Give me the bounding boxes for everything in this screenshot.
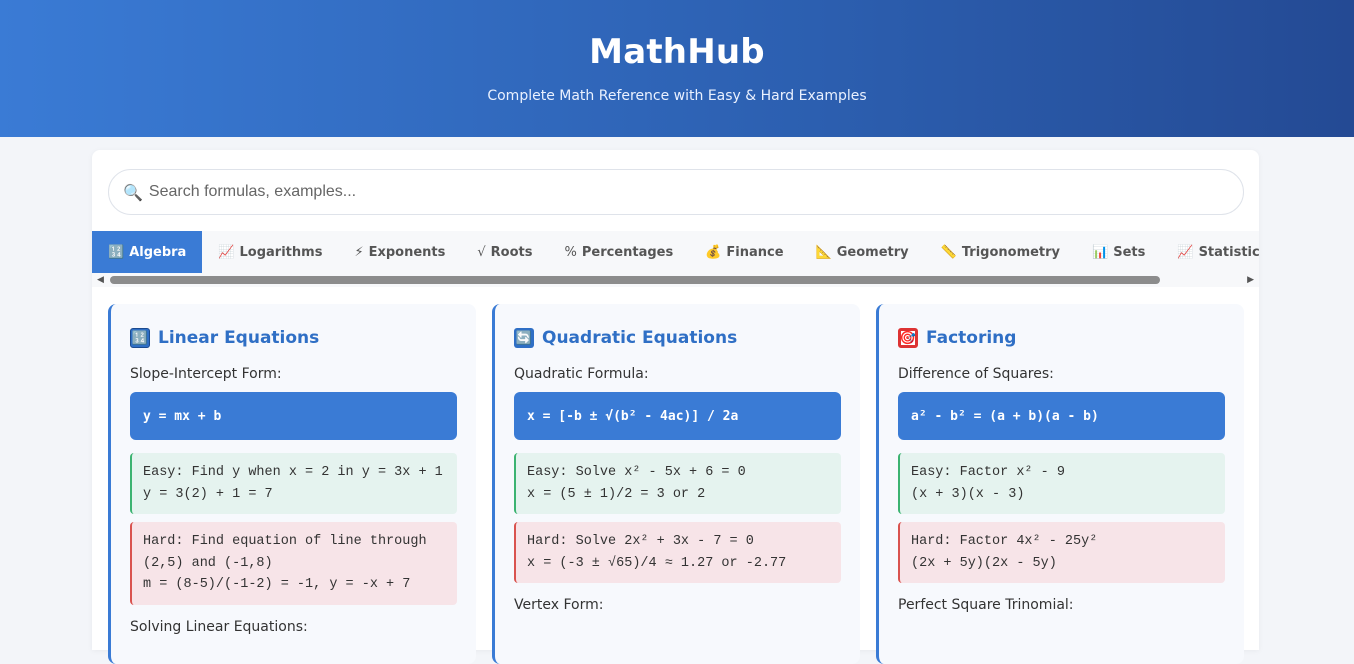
card-title: 🔢 Linear Equations (130, 324, 457, 352)
tab-trigonometry[interactable]: 📏 Trigonometry (925, 231, 1076, 273)
hard-example: Hard: Factor 4x² - 25y² (2x + 5y)(2x - 5y… (898, 522, 1225, 583)
scroll-left-icon[interactable]: ◀ (97, 275, 104, 285)
tab-icon: 📈 (218, 244, 235, 260)
card-title-text: Linear Equations (158, 328, 320, 348)
card-title: 🔄 Quadratic Equations (514, 324, 841, 352)
hard-example-line: Hard: Solve 2x² + 3x - 7 = 0 (527, 534, 754, 549)
tab-label: Logarithms (239, 244, 323, 260)
tab-label: Algebra (129, 244, 187, 260)
tab-sets[interactable]: 📊 Sets (1076, 231, 1161, 273)
formula-label: Solving Linear Equations: (130, 618, 308, 635)
card-title-text: Factoring (926, 328, 1017, 348)
hard-example-line: Hard: Factor 4x² - 25y² (911, 534, 1098, 549)
hard-example: Hard: Solve 2x² + 3x - 7 = 0 x = (-3 ± √6… (514, 522, 841, 583)
tab-icon: % (564, 244, 577, 260)
scroll-right-icon[interactable]: ▶ (1247, 275, 1254, 285)
formula-label: Difference of Squares: (898, 366, 1054, 382)
tab-icon: 📈 (1177, 244, 1194, 260)
easy-example-line: y = 3(2) + 1 = 7 (143, 486, 273, 502)
hard-example-line: (2,5) and (-1,8) (143, 555, 273, 571)
category-tabs: 🔢 Algebra 📈 Logarithms ⚡ Exponents √ Roots% Perc… (92, 231, 1259, 287)
tab-exponents[interactable]: ⚡ Exponents (338, 231, 461, 273)
tab-icon: 📐 (815, 244, 832, 260)
tab-algebra[interactable]: 🔢 Algebra (92, 231, 203, 273)
main-panel: 🔍 🔢Algebra📈Logarithms⚡Exponents√Roots%Pe… (92, 150, 1259, 664)
search-bar[interactable]: 🔍 (108, 169, 1244, 215)
tab-icon: 📏 (940, 244, 957, 260)
page-subtitle: Complete Math Reference with Easy & Hard… (487, 88, 867, 104)
card-linear-equations: 🔢 Linear Equations Slope-Intercept Form: y … (108, 304, 476, 664)
easy-example-line: Easy: Factor x² - 9 (911, 465, 1065, 480)
tab-label: Geometry (836, 244, 909, 260)
hard-example-line: m = (8-5)/(-1-2) = -1, y = -x + 7 (143, 577, 411, 592)
card-title-text: Quadratic Equations (542, 328, 738, 348)
easy-example-line: (x + 3)(x - 3) (911, 486, 1025, 502)
hard-example: Hard: Find equation of line through (2,5)… (130, 522, 457, 605)
formula-label: Vertex Form: (514, 597, 604, 613)
easy-example: Easy: Factor x² - 9 (x + 3)(x - 3) (898, 453, 1225, 514)
card-icon: 🔄 (514, 328, 534, 348)
formula-label: Perfect Square Trinomial: (898, 597, 1074, 613)
tab-label: Trigonometry (961, 244, 1061, 260)
tab-icon: ⚡ (354, 244, 364, 260)
tab-icon: 🔢 (108, 244, 125, 260)
hard-example-line: Hard: Find equation of line through (143, 534, 427, 549)
tab-label: Sets (1113, 244, 1146, 260)
search-input[interactable] (148, 183, 1243, 201)
header: MathHub Complete Math Reference with Eas… (0, 0, 1354, 137)
tab-geometry[interactable]: 📐 Geometry (800, 231, 925, 273)
tabs-scrollbar[interactable]: ◀ ▶ (92, 273, 1259, 287)
tab-statistics[interactable]: 📈Statistics (1161, 231, 1259, 273)
formula-box: y = mx + b (130, 392, 457, 440)
tab-logarithms[interactable]: 📈 Logarithms (202, 231, 338, 273)
tab-roots[interactable]: √ Roots (461, 231, 548, 273)
easy-example-line: Easy: Find y when x = 2 in y = 3x + 1 (143, 465, 443, 480)
card-factoring: 🎯 Factoring Difference of Squares: a² - b² … (876, 304, 1244, 664)
tab-percentages[interactable]: % Percentages (548, 231, 689, 273)
easy-example-line: x = (5 ± 1)/2 = 3 or 2 (527, 486, 706, 502)
easy-example-line: Easy: Solve x² - 5x + 6 = 0 (527, 465, 746, 480)
card-quadratic-equations: 🔄 Quadratic Equations Quadratic Formula: x … (492, 304, 860, 664)
scrollbar-thumb[interactable] (110, 276, 1160, 284)
card-title: 🎯 Factoring (898, 324, 1225, 352)
easy-example: Easy: Solve x² - 5x + 6 = 0 x = (5 ± 1)/2… (514, 453, 841, 514)
tab-icon: 📊 (1092, 244, 1109, 260)
easy-example: Easy: Find y when x = 2 in y = 3x + 1 y =… (130, 453, 457, 514)
formula-label: Slope-Intercept Form: (130, 366, 282, 382)
formula-label: Quadratic Formula: (514, 366, 649, 382)
tab-finance[interactable]: 💰 Finance (689, 231, 799, 273)
tab-label: Exponents (368, 244, 446, 260)
search-icon: 🔍 (123, 182, 143, 202)
page-title: MathHub (589, 32, 765, 72)
tab-label: Statistics (1198, 244, 1259, 260)
tab-label: Percentages (581, 244, 674, 260)
card-icon: 🔢 (130, 328, 150, 348)
tab-label: Finance (726, 244, 784, 260)
card-icon: 🎯 (898, 328, 918, 348)
tab-icon: 💰 (705, 244, 722, 260)
formula-box: x = [-b ± √(b² - 4ac)] / 2a (514, 392, 841, 440)
hard-example-line: x = (-3 ± √65)/4 ≈ 1.27 or -2.77 (527, 555, 787, 571)
hard-example-line: (2x + 5y)(2x - 5y) (911, 555, 1057, 571)
tab-icon: √ (477, 244, 486, 260)
tab-label: Roots (490, 244, 533, 260)
formula-box: a² - b² = (a + b)(a - b) (898, 392, 1225, 440)
